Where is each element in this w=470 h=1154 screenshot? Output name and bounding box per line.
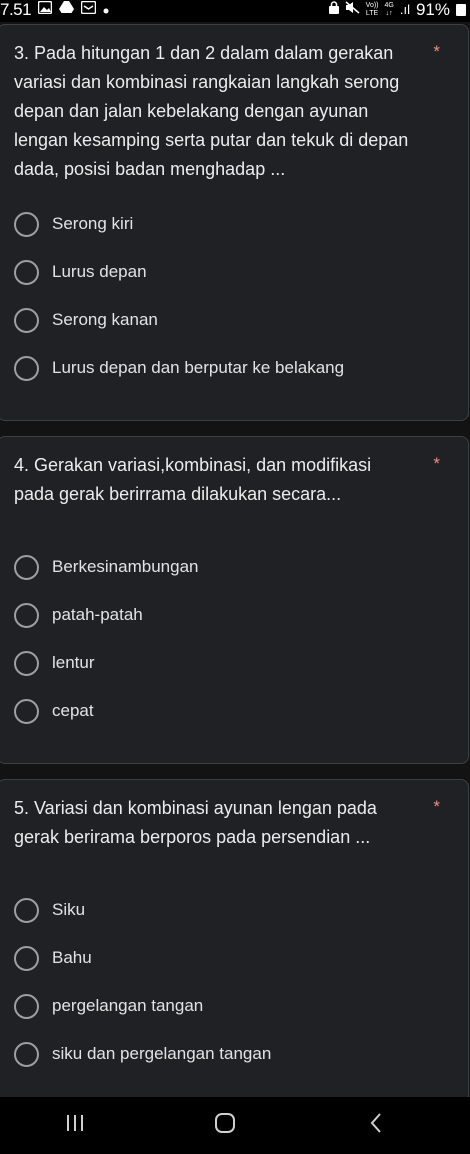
radio-circle[interactable] <box>14 307 39 333</box>
option-label: Berkesinambungan <box>52 557 199 576</box>
option-label: Siku <box>52 900 86 919</box>
radio-circle[interactable] <box>14 993 39 1019</box>
dot-icon <box>103 1 109 19</box>
option-label: Lurus depan dan berputar ke belakang <box>52 358 345 377</box>
option-label: pergelangan tangan <box>52 996 204 1015</box>
option-label: siku dan pergelangan tangan <box>52 1044 272 1063</box>
radio-option[interactable]: Siku <box>14 897 85 923</box>
radio-option[interactable]: cepat <box>14 698 94 724</box>
network-type: 4G <box>384 2 394 9</box>
question-card: 4. Gerakan variasi,kombinasi, dan modifi… <box>0 436 469 764</box>
required-asterisk: * <box>433 454 440 473</box>
status-right: Vo)) LTE 4G ↓↑ .ıl 91% <box>328 0 466 19</box>
volte-icon: Vo)) LTE <box>366 2 379 18</box>
mute-icon <box>345 1 360 19</box>
network-arrows: ↓↑ <box>385 10 393 17</box>
radio-circle[interactable] <box>14 1041 39 1067</box>
back-icon <box>369 1112 383 1139</box>
option-label: lentur <box>52 653 95 672</box>
radio-option[interactable]: Lurus depan dan berputar ke belakang <box>14 355 344 381</box>
radio-option[interactable]: lentur <box>14 650 95 676</box>
radio-option[interactable]: Serong kiri <box>14 211 133 237</box>
radio-circle[interactable] <box>14 698 39 724</box>
volte-top: Vo)) <box>365 2 379 9</box>
required-asterisk: * <box>433 797 440 816</box>
radio-option[interactable]: Lurus depan <box>14 259 147 285</box>
question-text: 4. Gerakan variasi,kombinasi, dan modifi… <box>14 455 372 504</box>
radio-option[interactable]: Serong kanan <box>14 307 158 333</box>
navigation-bar <box>0 1097 470 1154</box>
radio-option[interactable]: siku dan pergelangan tangan <box>14 1041 271 1067</box>
radio-circle[interactable] <box>14 602 39 628</box>
status-bar: 7.51 Vo)) LTE 4G ↓↑ .ıl 91% <box>0 0 470 22</box>
option-label: Lurus depan <box>52 262 147 281</box>
radio-circle[interactable] <box>14 650 39 676</box>
option-label: Serong kiri <box>52 214 134 233</box>
question-card: 3. Pada hitungan 1 dan 2 dalam dalam ger… <box>0 24 469 421</box>
question-text: 5. Variasi dan kombinasi ayunan lengan p… <box>14 798 377 847</box>
question-card: 5. Variasi dan kombinasi ayunan lengan p… <box>0 779 469 1119</box>
option-label: Serong kanan <box>52 310 158 329</box>
radio-option[interactable]: pergelangan tangan <box>14 993 203 1019</box>
radio-option[interactable]: Berkesinambungan <box>14 554 198 580</box>
status-left: 7.51 <box>0 1 109 19</box>
battery-percent: 91% <box>415 0 450 19</box>
radio-option[interactable]: Bahu <box>14 945 92 971</box>
lock-icon <box>328 1 339 19</box>
radio-circle[interactable] <box>14 897 39 923</box>
option-label: cepat <box>52 701 94 720</box>
option-label: patah-patah <box>52 605 143 624</box>
home-button[interactable] <box>195 1097 255 1154</box>
radio-circle[interactable] <box>14 554 39 580</box>
recent-apps-icon <box>65 1114 85 1137</box>
required-asterisk: * <box>433 42 440 61</box>
option-label: Bahu <box>52 948 92 967</box>
radio-circle[interactable] <box>14 259 39 285</box>
drive-icon <box>59 1 75 19</box>
back-button[interactable] <box>346 1097 406 1154</box>
question-text: 3. Pada hitungan 1 dan 2 dalam dalam ger… <box>14 43 409 179</box>
recent-apps-button[interactable] <box>45 1097 105 1154</box>
home-icon <box>214 1112 236 1139</box>
radio-circle[interactable] <box>14 211 39 237</box>
inbox-icon <box>80 0 97 19</box>
radio-circle[interactable] <box>14 945 39 971</box>
status-time: 7.51 <box>0 0 32 19</box>
radio-circle[interactable] <box>14 355 39 381</box>
volte-bottom: LTE <box>365 10 379 17</box>
network-icon: 4G ↓↑ <box>385 2 394 18</box>
radio-option[interactable]: patah-patah <box>14 602 143 628</box>
gallery-icon <box>37 0 53 19</box>
battery-icon <box>456 4 466 16</box>
signal-icon: .ıl <box>399 2 410 17</box>
